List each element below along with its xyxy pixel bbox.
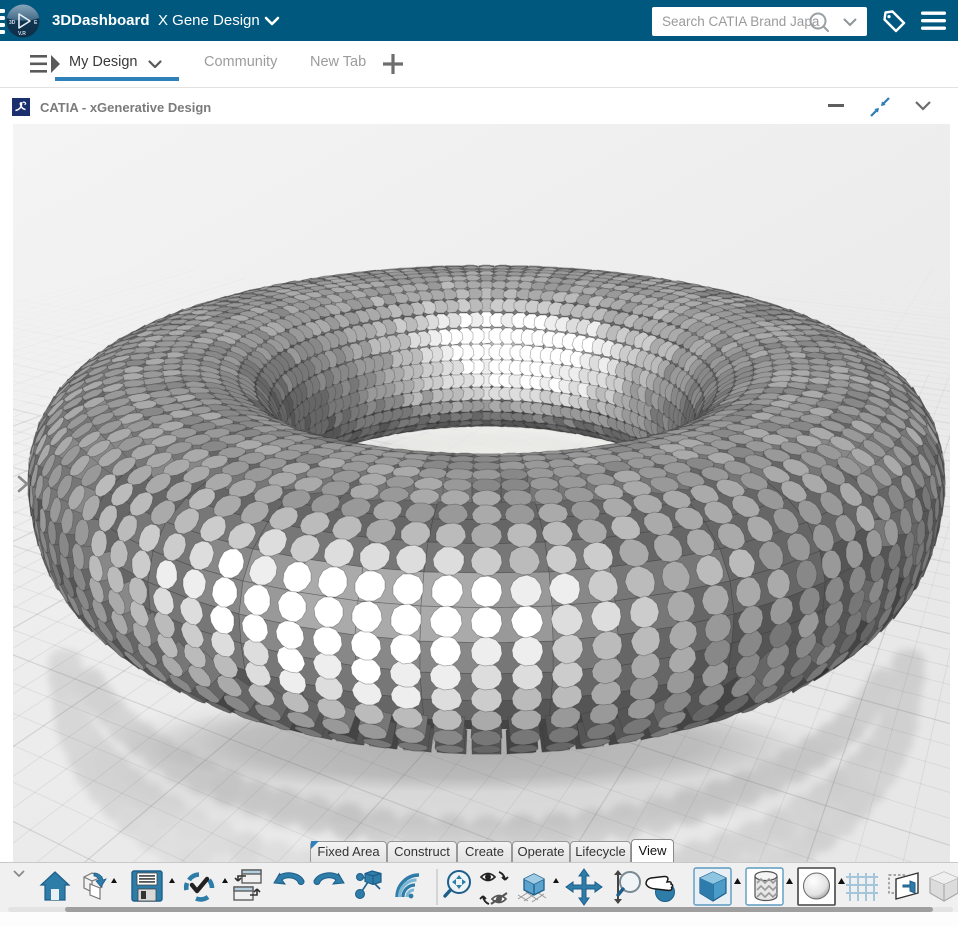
svg-text:3D: 3D (9, 20, 16, 26)
svg-text:V.R: V.R (18, 31, 26, 37)
